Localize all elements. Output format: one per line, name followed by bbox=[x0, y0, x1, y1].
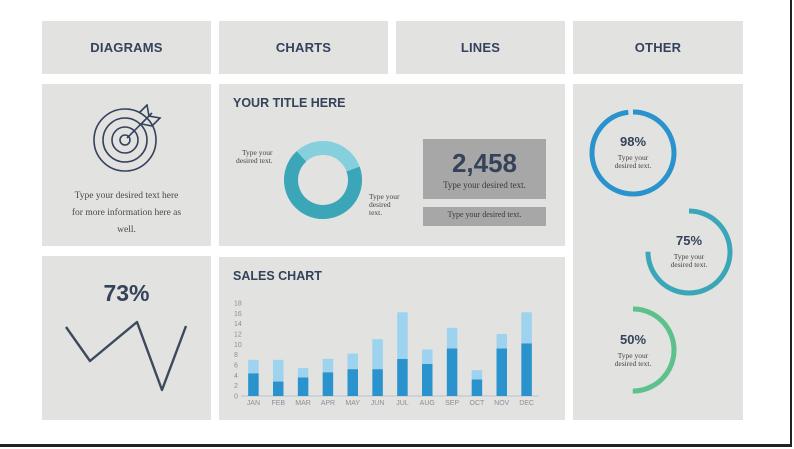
donut-label-right: Type your desired text. bbox=[369, 192, 400, 217]
big-number-caption: Type your desired text. bbox=[443, 180, 526, 190]
x-tick-label-aug: AUG bbox=[420, 400, 435, 407]
diagram-text-line1: Type your desired text here bbox=[74, 191, 179, 201]
y-tick-label: 2 bbox=[234, 383, 238, 390]
x-tick-label-sep: SEP bbox=[445, 400, 459, 407]
big-number: 2,458 bbox=[451, 148, 518, 178]
y-tick-label: 4 bbox=[234, 373, 238, 380]
x-tick-label-jan: JAN bbox=[247, 400, 260, 407]
caption-bar: Type your desired text. bbox=[423, 207, 546, 226]
bar-jul-segment-1 bbox=[397, 358, 408, 396]
bar-mar-segment-1 bbox=[297, 377, 309, 396]
diagram-text-line2: for more information here as bbox=[71, 208, 182, 218]
bar-apr-segment-1 bbox=[322, 372, 334, 396]
bar-oct-segment-1 bbox=[471, 379, 483, 396]
sales-chart-card: SALES CHART 0 2 4 6 8 10 12 14 16 18 JAN FEB MAR APR M… bbox=[219, 257, 565, 420]
y-tick-label: 12 bbox=[234, 332, 242, 339]
bar-may-segment-1 bbox=[347, 369, 358, 396]
y-tick-label: 8 bbox=[234, 352, 238, 359]
sales-bar-chart: 0 2 4 6 8 10 12 14 16 18 JAN FEB MAR APR MAY JUN JUL AUG S… bbox=[234, 301, 539, 407]
bar-jan-segment-1 bbox=[248, 373, 259, 396]
target-arrow-icon bbox=[93, 104, 162, 172]
x-tick-label-jul: JUL bbox=[396, 400, 409, 407]
bar-aug-segment-1 bbox=[422, 363, 433, 396]
line-card: 73% bbox=[42, 256, 211, 420]
y-tick-label: 16 bbox=[234, 311, 242, 318]
bar-jan-segment-2 bbox=[248, 359, 259, 374]
x-tick-label-nov: NOV bbox=[494, 400, 510, 407]
header-charts[interactable]: CHARTS bbox=[219, 21, 388, 74]
y-tick-label: 0 bbox=[234, 394, 238, 401]
ring3-text: Type your desired text. bbox=[614, 351, 652, 368]
ring2-text: Type your desired text. bbox=[670, 252, 708, 269]
x-tick-label-mar: MAR bbox=[295, 400, 311, 407]
diagram-text-line3: well. bbox=[117, 225, 136, 235]
ring3-percent: 50% bbox=[619, 332, 647, 347]
big-number-box: 2,458 Type your desired text. bbox=[423, 139, 546, 199]
other-card: 98% Type your desired text. 75% Type you… bbox=[573, 84, 743, 420]
x-tick-label-may: MAY bbox=[345, 400, 360, 407]
x-tick-label-jun: JUN bbox=[371, 400, 385, 407]
x-tick-label-oct: OCT bbox=[470, 400, 486, 407]
bar-dec-segment-1 bbox=[521, 343, 532, 396]
bar-aug-segment-2 bbox=[422, 349, 433, 364]
y-tick-label: 14 bbox=[234, 321, 242, 328]
diagram-card: Type your desired text here for more inf… bbox=[42, 84, 211, 246]
bar-feb-segment-1 bbox=[273, 381, 284, 396]
bar-jul-segment-2 bbox=[397, 312, 408, 359]
x-tick-label-apr: APR bbox=[321, 400, 335, 407]
bar-sep-segment-2 bbox=[446, 327, 458, 349]
header-other[interactable]: OTHER bbox=[573, 21, 743, 74]
title-card-title: YOUR TITLE HERE bbox=[233, 96, 346, 110]
bar-nov-segment-1 bbox=[496, 348, 507, 396]
x-tick-label-dec: DEC bbox=[519, 400, 534, 407]
bar-nov-segment-2 bbox=[496, 334, 507, 349]
ring2-percent: 75% bbox=[675, 233, 703, 248]
ring1-percent: 98% bbox=[619, 134, 647, 149]
y-tick-label: 10 bbox=[234, 342, 242, 349]
y-tick-label: 6 bbox=[234, 363, 238, 370]
bar-jun-segment-2 bbox=[372, 339, 383, 370]
title-card: YOUR TITLE HERE Type your desired text. … bbox=[219, 84, 565, 246]
zigzag-line bbox=[65, 320, 188, 392]
caption-bar-text: Type your desired text. bbox=[447, 210, 522, 219]
donut-label-left: Type your desired text. bbox=[236, 148, 273, 165]
donut-chart bbox=[284, 141, 362, 219]
bar-sep-segment-1 bbox=[446, 348, 458, 396]
bar-apr-segment-2 bbox=[322, 358, 334, 373]
y-tick-label: 18 bbox=[234, 301, 242, 308]
slide-bottom-border bbox=[0, 444, 790, 447]
bar-may-segment-2 bbox=[347, 353, 358, 370]
bar-dec-segment-2 bbox=[521, 312, 532, 344]
slide-right-border bbox=[790, 0, 792, 447]
ring1-text: Type your desired text. bbox=[614, 153, 652, 170]
x-tick-label-feb: FEB bbox=[271, 400, 285, 407]
bar-mar-segment-2 bbox=[297, 368, 309, 378]
bar-feb-segment-2 bbox=[273, 359, 284, 382]
ring-50-percent bbox=[589, 306, 677, 394]
bar-jun-segment-1 bbox=[372, 369, 383, 396]
header-diagrams[interactable]: DIAGRAMS bbox=[42, 21, 211, 74]
header-lines[interactable]: LINES bbox=[396, 21, 565, 74]
bar-oct-segment-2 bbox=[471, 370, 483, 380]
